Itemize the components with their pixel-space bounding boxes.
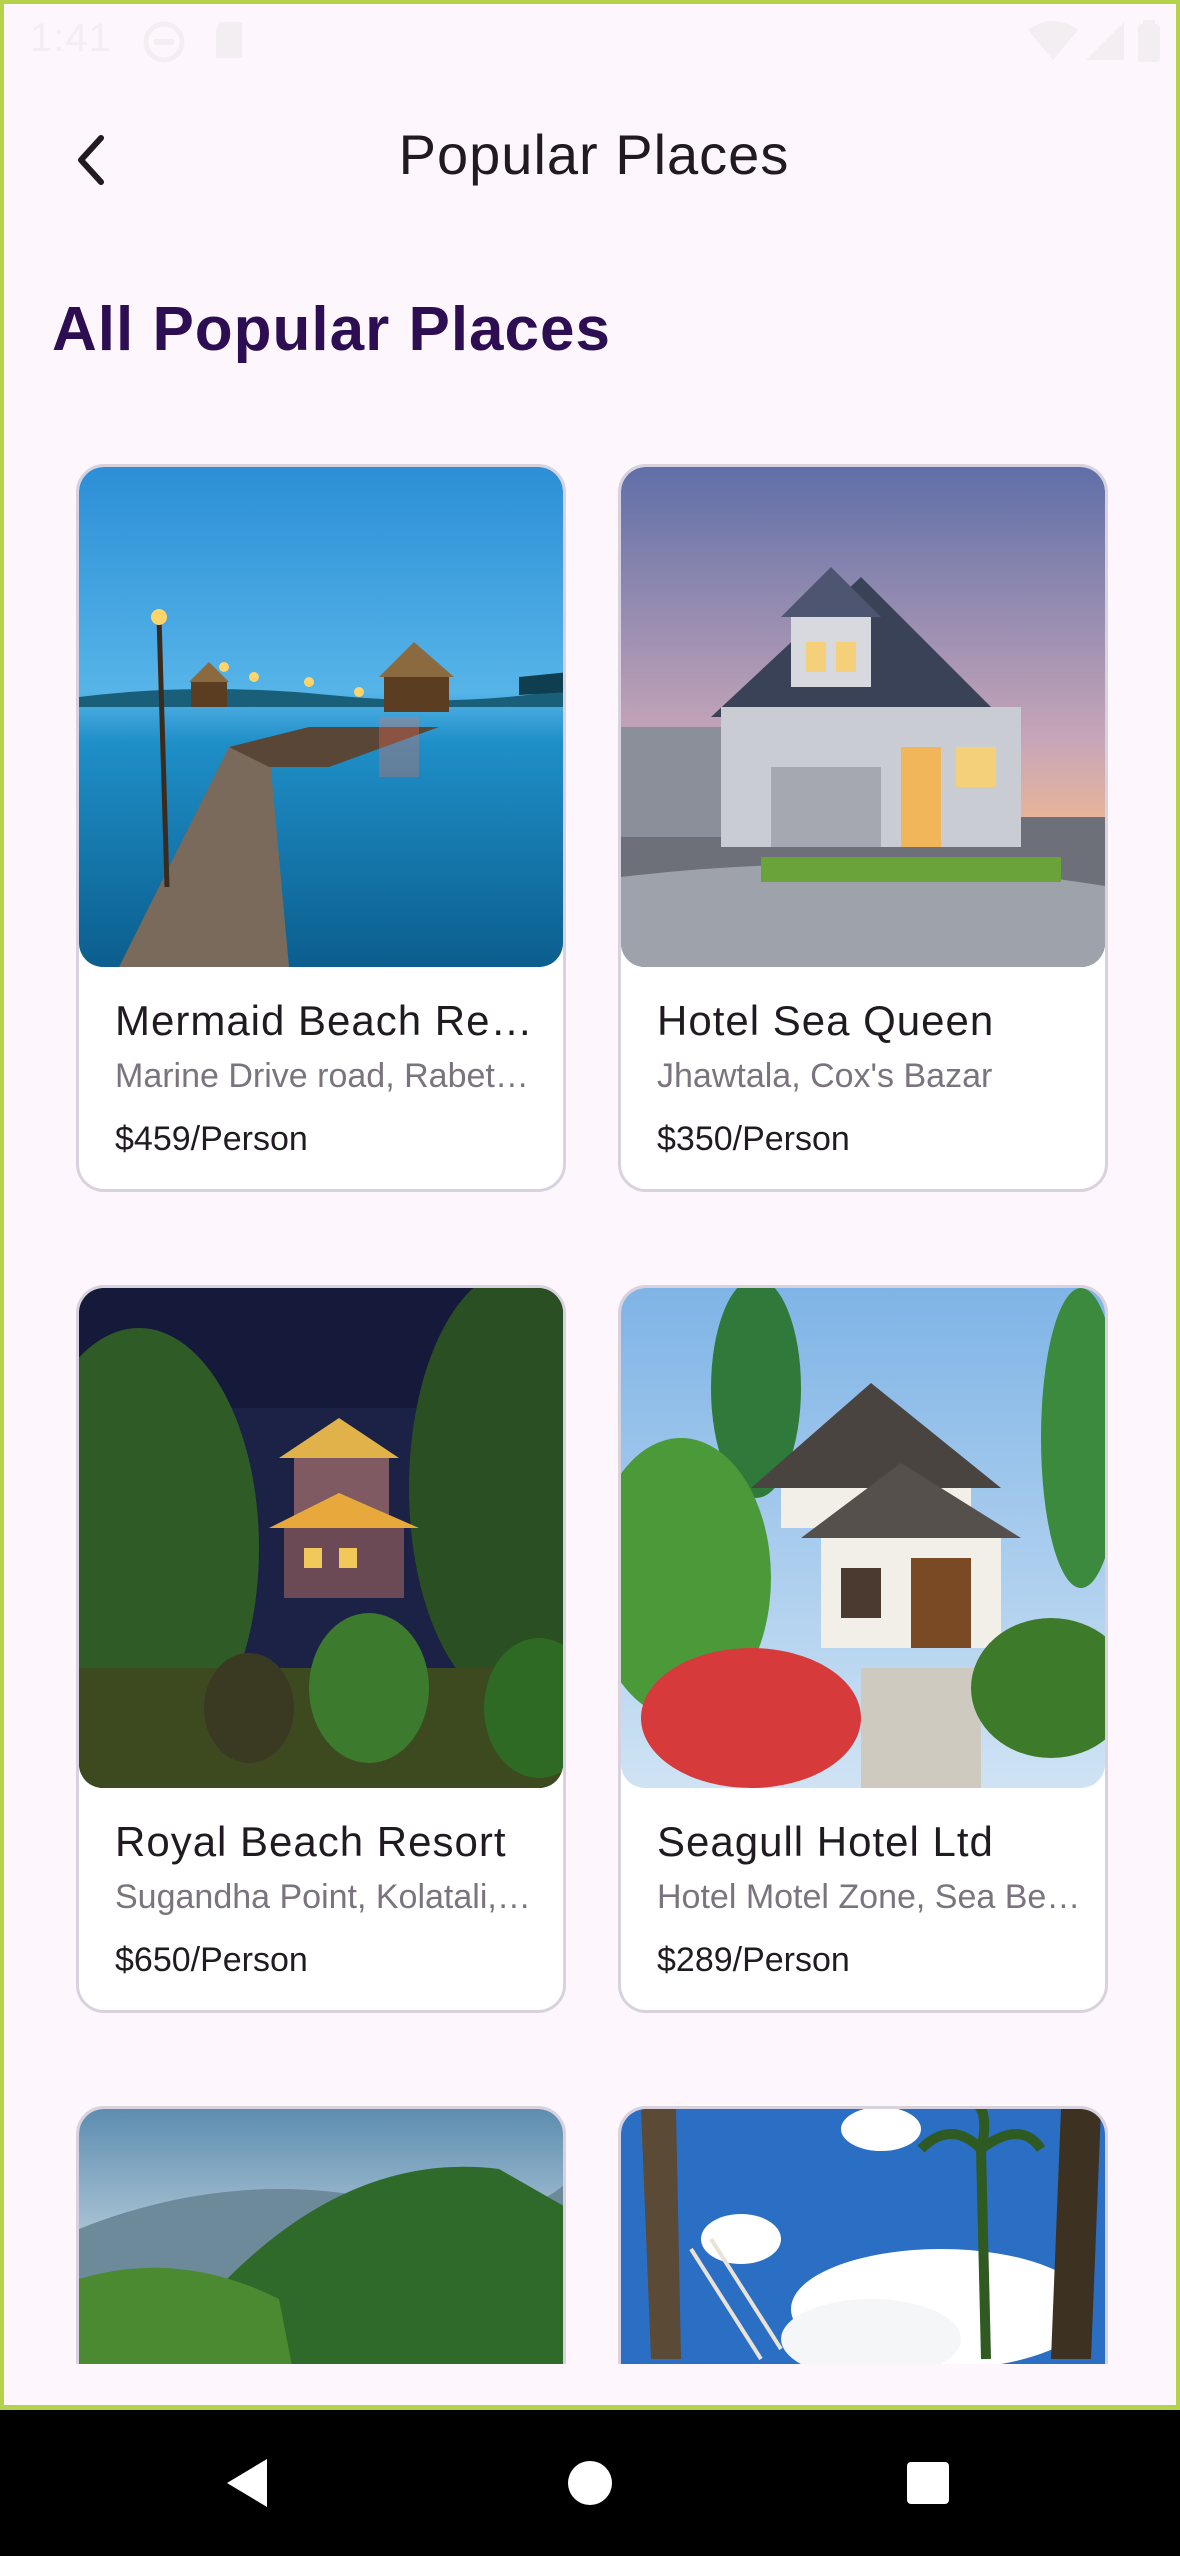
nav-home-button[interactable] [557, 2450, 623, 2516]
place-name: Mermaid Beach Resort [115, 997, 539, 1044]
green-hills-photo [79, 2109, 563, 2364]
place-card-mermaid-beach-resort[interactable]: Mermaid Beach Resort Marine Drive road, … [76, 464, 566, 1192]
place-name: Seagull Hotel Ltd [657, 1818, 994, 1865]
square-recents-icon [907, 2462, 949, 2504]
place-price: $289/Person [657, 1941, 850, 1979]
japanese-house-photo [621, 1288, 1105, 1788]
place-card-hotel-sea-queen[interactable]: Hotel Sea Queen Jhawtala, Cox's Bazar $3… [618, 464, 1108, 1192]
place-card-5[interactable] [76, 2106, 566, 2364]
night-pagoda-photo [79, 1288, 563, 1788]
place-price: $459/Person [115, 1120, 308, 1158]
place-name: Royal Beach Resort [115, 1818, 507, 1865]
places-grid: Mermaid Beach Resort Marine Drive road, … [4, 4, 1176, 2364]
place-price: $650/Person [115, 1941, 308, 1979]
circle-home-icon [568, 2461, 612, 2505]
suburban-house-photo [621, 467, 1105, 967]
nav-recents-button[interactable] [895, 2450, 961, 2516]
place-card-seagull-hotel-ltd[interactable]: Seagull Hotel Ltd Hotel Motel Zone, Sea … [618, 1285, 1108, 2013]
place-address: Jhawtala, Cox's Bazar [657, 1057, 993, 1095]
palm-beach-photo [621, 2109, 1105, 2364]
place-card-6[interactable] [618, 2106, 1108, 2364]
lake-pier-photo [79, 467, 563, 967]
app-screen: 1:41 Popular Places All Popular Places M… [0, 0, 1180, 2410]
place-address: Marine Drive road, Rabeta, Cox's Bazar [115, 1057, 539, 1095]
place-card-royal-beach-resort[interactable]: Royal Beach Resort Sugandha Point, Kolat… [76, 1285, 566, 2013]
system-nav-bar [0, 2410, 1180, 2556]
nav-back-button[interactable] [214, 2450, 280, 2516]
place-name: Hotel Sea Queen [657, 997, 995, 1044]
place-address: Sugandha Point, Kolatali, Cox's Bazar [115, 1878, 539, 1916]
place-price: $350/Person [657, 1120, 850, 1158]
triangle-back-icon [227, 2459, 267, 2507]
place-address: Hotel Motel Zone, Sea Beach, Cox's Bazar [657, 1878, 1081, 1916]
